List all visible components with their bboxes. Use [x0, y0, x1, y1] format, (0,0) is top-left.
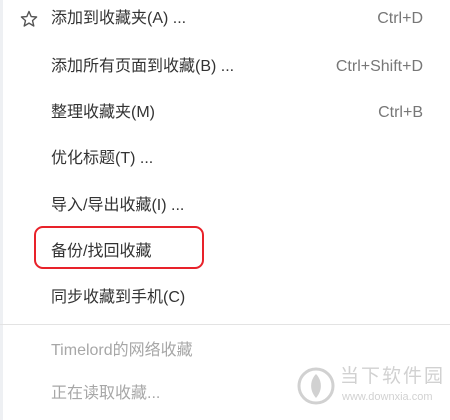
- watermark-title: 当下软件园: [340, 366, 446, 387]
- menu-item-shortcut: Ctrl+B: [378, 104, 423, 121]
- star-icon: [20, 10, 38, 28]
- menu-item-label: 添加到收藏夹(A) ...: [51, 10, 187, 27]
- watermark: 当下软件园 www.downxia.com: [296, 362, 443, 412]
- menu-item-shortcut: Ctrl+Shift+D: [335, 58, 423, 75]
- menu-item-label: 整理收藏夹(M): [51, 104, 155, 121]
- menu-item-shortcut: Ctrl+D: [377, 10, 423, 27]
- menu-item-label: Timelord的网络收藏: [51, 342, 193, 359]
- menu-item-sync-to-phone[interactable]: 同步收藏到手机(C): [0, 281, 450, 321]
- annotation-highlight-box: [34, 226, 204, 269]
- menu-item-label: 导入/导出收藏(I) ...: [51, 197, 185, 214]
- menu-separator: [0, 324, 450, 325]
- menu-item-import-export[interactable]: 导入/导出收藏(I) ...: [0, 189, 450, 229]
- menu-item-label: 正在读取收藏...: [51, 385, 161, 402]
- menu-item-label: 同步收藏到手机(C): [51, 289, 186, 306]
- menu-item-add-all-pages[interactable]: 添加所有页面到收藏(B) ... Ctrl+Shift+D: [0, 50, 450, 90]
- menu-item-optimize-titles[interactable]: 优化标题(T) ...: [0, 142, 450, 182]
- menu-item-add-to-favorites[interactable]: 添加到收藏夹(A) ... Ctrl+D: [0, 2, 450, 42]
- favorites-menu: 添加到收藏夹(A) ... Ctrl+D 添加所有页面到收藏(B) ... Ct…: [0, 0, 450, 420]
- menu-item-organize-favorites[interactable]: 整理收藏夹(M) Ctrl+B: [0, 96, 450, 136]
- menu-item-label: 优化标题(T) ...: [51, 150, 154, 167]
- menu-item-label: 添加所有页面到收藏(B) ...: [51, 58, 235, 75]
- watermark-logo-icon: [296, 366, 336, 406]
- watermark-url: www.downxia.com: [342, 391, 433, 403]
